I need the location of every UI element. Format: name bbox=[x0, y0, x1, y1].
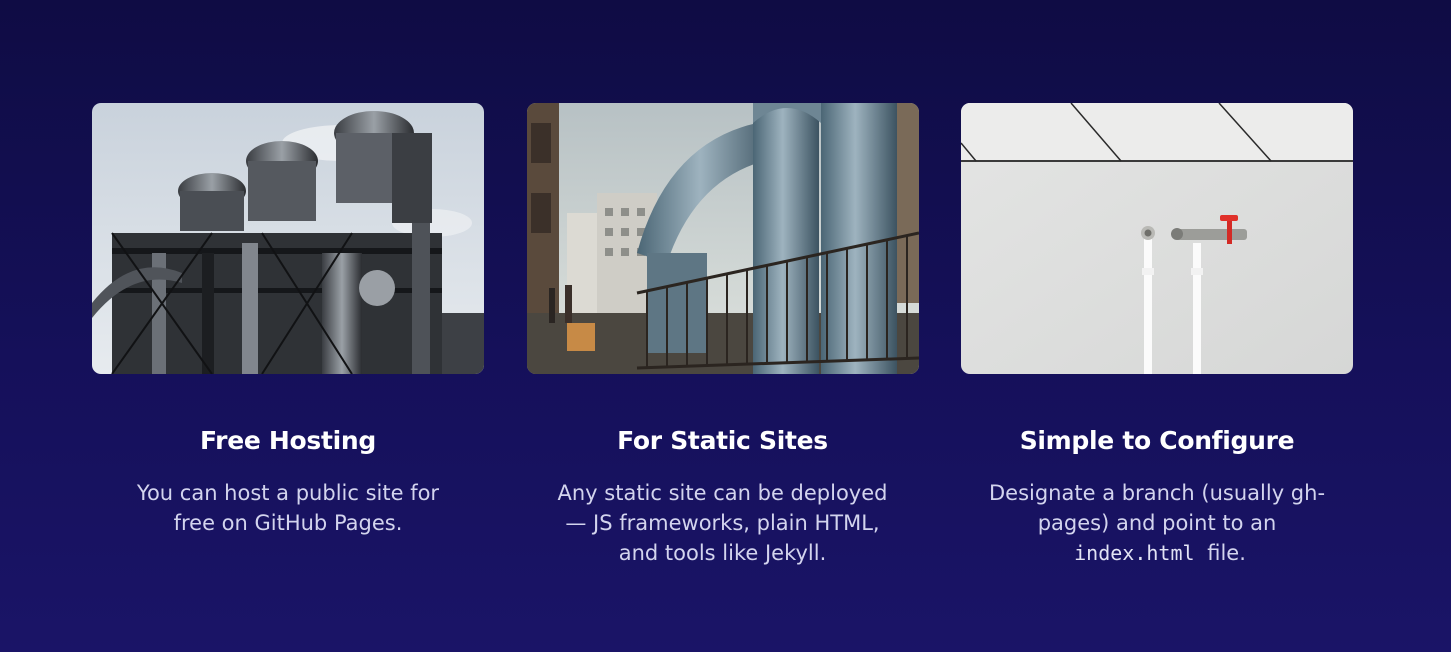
feature-card-free-hosting: Free Hosting You can host a public site … bbox=[92, 103, 484, 568]
card-description-text-end: file. bbox=[1207, 541, 1246, 565]
card-description-text: Designate a branch (usually gh-pages) an… bbox=[988, 481, 1326, 535]
card-description: Designate a branch (usually gh-pages) an… bbox=[987, 478, 1327, 568]
card-title: Free Hosting bbox=[199, 426, 376, 455]
card-title: Simple to Configure bbox=[1019, 426, 1295, 455]
card-description: You can host a public site for free on G… bbox=[136, 481, 440, 535]
industrial-plant-photo bbox=[92, 103, 484, 374]
street-pipes-photo bbox=[526, 103, 919, 374]
card-description: Any static site can be deployed — JS fra… bbox=[557, 481, 888, 565]
wall-pipes-valve-photo bbox=[961, 103, 1353, 374]
code-filename: index.html bbox=[1074, 541, 1195, 565]
feature-cards: Free Hosting You can host a public site … bbox=[92, 103, 1353, 568]
feature-card-static-sites: For Static Sites Any static site can be … bbox=[526, 103, 919, 568]
card-title: For Static Sites bbox=[617, 426, 828, 455]
feature-card-simple-configure: Simple to Configure Designate a branch (… bbox=[961, 103, 1353, 568]
